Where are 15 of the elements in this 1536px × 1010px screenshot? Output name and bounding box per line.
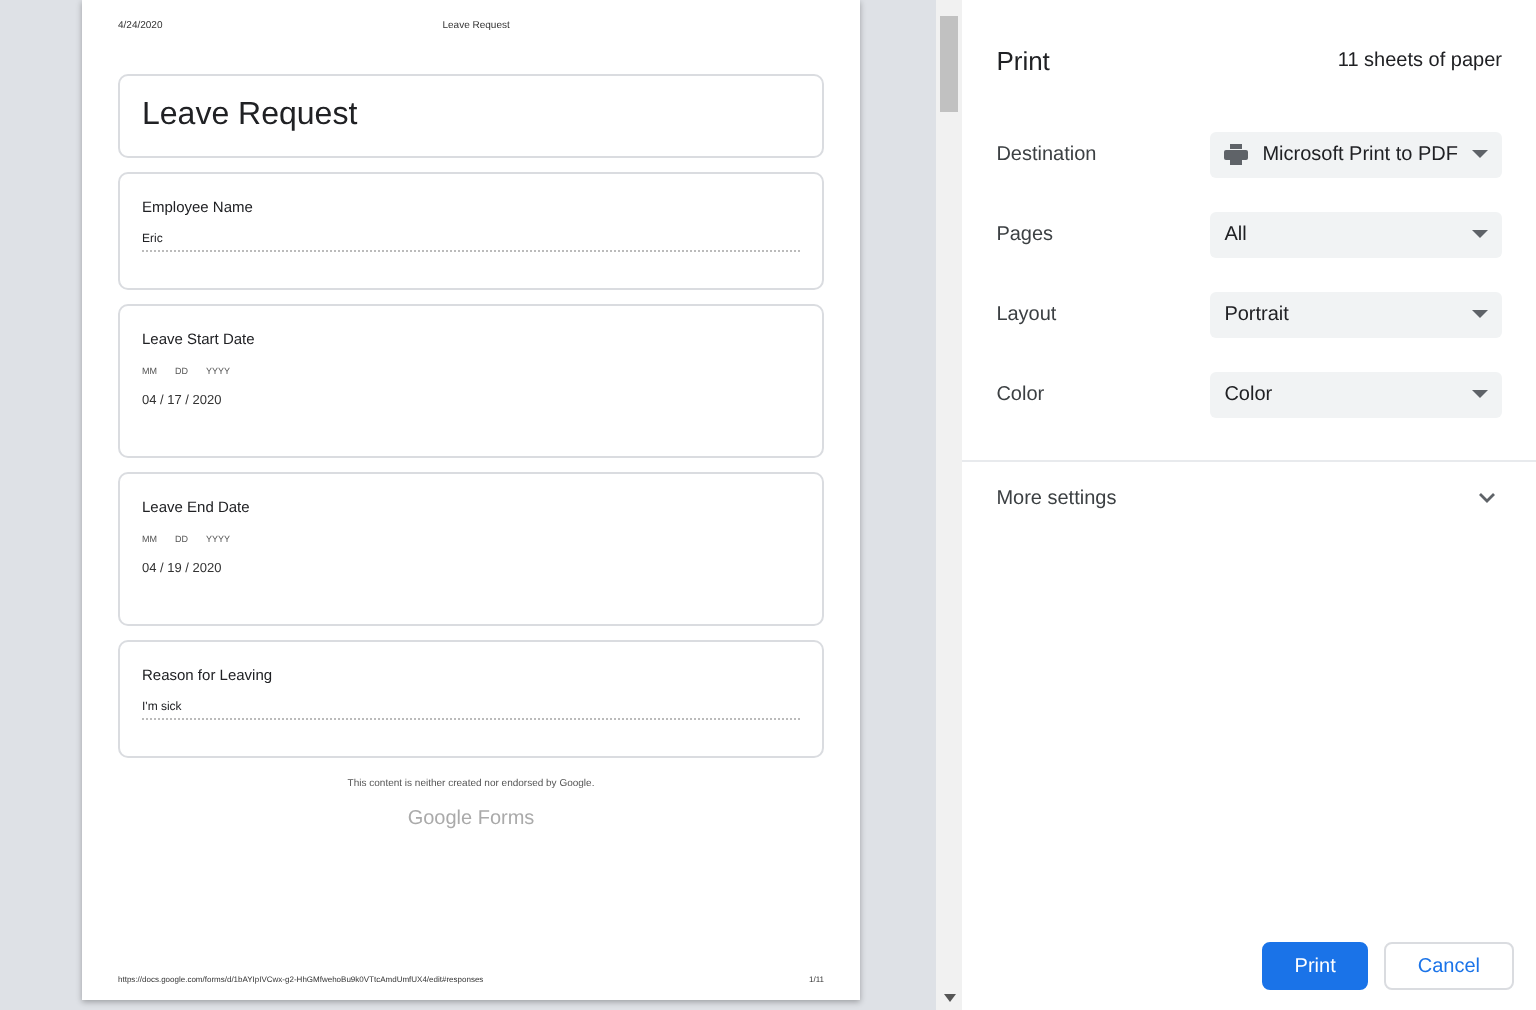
setting-dropdown[interactable]: All <box>1210 211 1502 257</box>
setting-label: Layout <box>996 303 1059 325</box>
sheet-count: 11 sheets of paper <box>1337 50 1502 72</box>
setting-dropdown[interactable]: Microsoft Print to PDF <box>1210 131 1502 177</box>
panel-title: Print <box>996 46 1050 76</box>
setting-label: Destination <box>996 143 1099 165</box>
setting-dropdown[interactable]: Portrait <box>1210 291 1502 337</box>
brand-text: Google Forms <box>405 808 537 830</box>
print-button[interactable]: Print <box>1262 942 1368 990</box>
form-title: Leave Request <box>142 96 360 136</box>
setting-label: Color <box>996 383 1047 405</box>
setting-dropdown[interactable]: Color <box>1210 371 1502 417</box>
cancel-button[interactable]: Cancel <box>1383 942 1514 990</box>
setting-label: Pages <box>996 223 1056 245</box>
more-settings-toggle[interactable]: More settings <box>962 462 1536 534</box>
